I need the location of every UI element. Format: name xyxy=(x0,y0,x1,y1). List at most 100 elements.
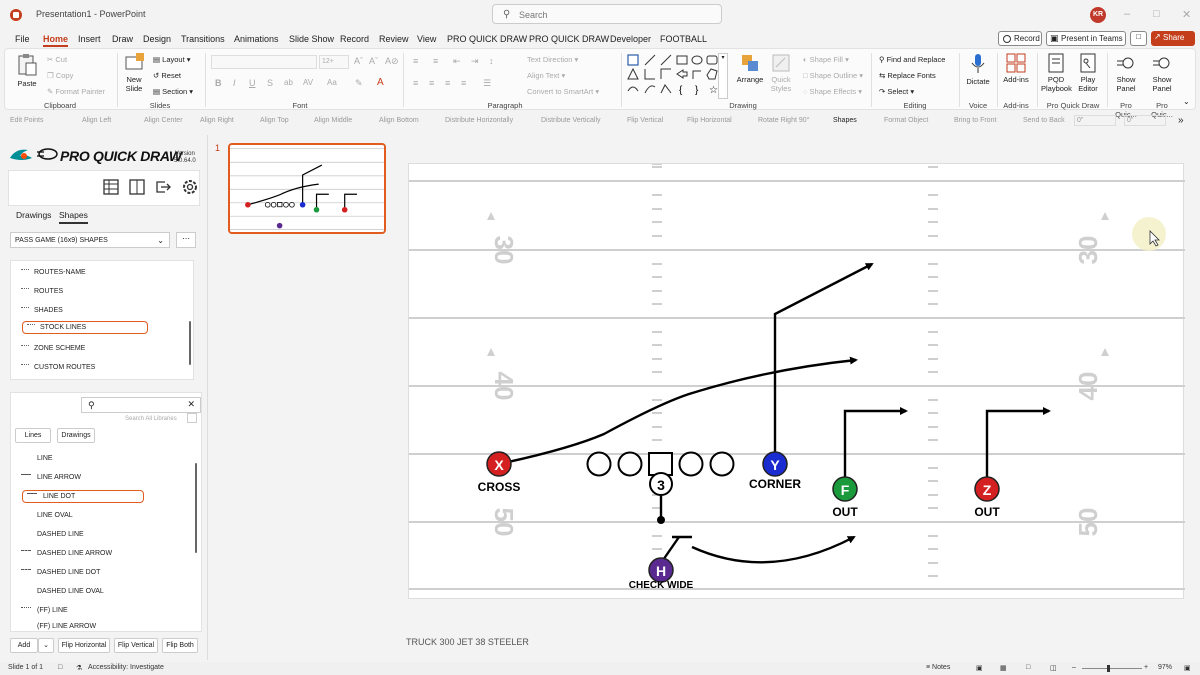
list-item-selected[interactable]: STOCK LINES xyxy=(22,321,148,334)
tab-football[interactable]: FOOTBALL xyxy=(660,34,707,44)
pane-splitter[interactable] xyxy=(207,135,208,660)
underline-icon[interactable]: U xyxy=(249,78,256,88)
playbook-pages-icon[interactable] xyxy=(129,179,145,195)
align-center-icon[interactable]: ≡ xyxy=(429,78,434,88)
distribute-vertically-button[interactable]: Distribute Vertically xyxy=(541,117,601,124)
copy-button[interactable]: ❐ Copy xyxy=(47,71,73,80)
format-object-button[interactable]: Format Object xyxy=(884,117,928,124)
shape-outline-button[interactable]: □ Shape Outline ▾ xyxy=(803,71,863,80)
paste-button[interactable]: Paste xyxy=(11,53,43,88)
zoom-out-icon[interactable]: – xyxy=(1072,664,1076,671)
list-item-selected[interactable]: LINE DOT xyxy=(22,490,144,503)
shapes-more-button[interactable]: ▾ xyxy=(718,53,728,99)
clear-formatting-icon[interactable]: A⊘ xyxy=(385,56,399,67)
list-item[interactable]: (FF) LINE ARROW xyxy=(21,623,96,630)
tab-transitions[interactable]: Transitions xyxy=(181,34,225,44)
slideshow-view-icon[interactable]: ◫ xyxy=(1050,664,1057,672)
show-panel-button-1[interactable]: Show Panel xyxy=(1111,53,1141,93)
list-item[interactable]: LINE OVAL xyxy=(21,512,73,519)
layout-button[interactable]: ▤ Layout ▾ xyxy=(153,55,191,64)
tab-drawings[interactable]: Drawings xyxy=(16,210,51,220)
cut-button[interactable]: ✂ Cut xyxy=(47,55,67,64)
accessibility-status[interactable]: Accessibility: Investigate xyxy=(88,664,164,671)
select-button[interactable]: ↷ Select ▾ xyxy=(879,87,914,96)
list-item[interactable]: DASHED LINE ARROW xyxy=(21,550,112,557)
increase-indent-icon[interactable]: ⇥ xyxy=(471,56,479,67)
scrollbar[interactable] xyxy=(195,463,197,553)
reading-view-icon[interactable]: □ xyxy=(1026,664,1030,671)
edit-points-button[interactable]: Edit Points xyxy=(10,117,43,124)
tab-file[interactable]: File xyxy=(15,34,30,44)
comments-button[interactable]: □ xyxy=(1130,31,1147,46)
change-case-icon[interactable]: Aa xyxy=(327,78,337,87)
record-button[interactable]: Record xyxy=(998,31,1042,46)
reset-button[interactable]: ↺ Reset xyxy=(153,71,181,80)
convert-smartart-button[interactable]: Convert to SmartArt ▾ xyxy=(527,87,599,96)
scrollbar[interactable] xyxy=(189,321,191,365)
zoom-slider-thumb[interactable] xyxy=(1107,665,1110,672)
width-field[interactable]: 0" xyxy=(1074,115,1116,126)
font-color-icon[interactable]: A xyxy=(377,77,384,88)
player-3[interactable]: 3 xyxy=(649,472,673,496)
tab-slide-show[interactable]: Slide Show xyxy=(289,34,334,44)
line-spacing-icon[interactable]: ↕ xyxy=(489,56,494,66)
zoom-in-icon[interactable]: + xyxy=(1144,664,1148,671)
tab-draw[interactable]: Draw xyxy=(112,34,133,44)
shapes-dropdown[interactable]: Shapes xyxy=(833,117,857,124)
font-size-select[interactable]: 12+ xyxy=(319,55,349,69)
tab-developer[interactable]: Developer xyxy=(610,34,651,44)
library-more-button[interactable]: ⋯ xyxy=(176,232,196,248)
slide-canvas[interactable]: 30 40 50 30 40 50 3 X CROSS Y CORNER F O… xyxy=(408,163,1185,600)
align-left-icon[interactable]: ≡ xyxy=(413,78,418,88)
present-in-teams-button[interactable]: ▣ Present in Teams xyxy=(1046,31,1126,46)
pqd-playbook-button[interactable]: PQD Playbook xyxy=(1041,53,1072,93)
replace-fonts-button[interactable]: ⇆ Replace Fonts xyxy=(879,71,936,80)
distribute-horizontally-button[interactable]: Distribute Horizontally xyxy=(445,117,513,124)
fit-to-window-icon[interactable]: ▣ xyxy=(1184,664,1191,672)
spelling-icon[interactable]: □ xyxy=(58,664,62,671)
search-input[interactable]: ⚲ Search xyxy=(492,4,722,24)
lineman-tackle[interactable] xyxy=(709,451,735,477)
maximize-button[interactable]: □ xyxy=(1153,8,1160,20)
normal-view-icon[interactable]: ▣ xyxy=(976,664,983,672)
section-button[interactable]: ▤ Section ▾ xyxy=(153,87,193,96)
library-search-input[interactable]: ⚲ ✕ xyxy=(81,397,201,413)
list-item[interactable]: CUSTOM ROUTES xyxy=(21,364,95,371)
list-item[interactable]: SHADES xyxy=(21,307,63,314)
slide-thumbnail[interactable] xyxy=(228,143,386,234)
bold-icon[interactable]: B xyxy=(215,78,222,88)
align-right-icon[interactable]: ≡ xyxy=(445,78,450,88)
columns-icon[interactable]: ☰ xyxy=(483,78,491,89)
route-check-wide[interactable] xyxy=(691,535,856,564)
line-dot-endpoint[interactable] xyxy=(657,516,665,524)
flip-horizontal-button[interactable]: Flip Horizontal xyxy=(687,117,732,124)
minimize-button[interactable]: – xyxy=(1124,8,1130,20)
football-play-diagram[interactable]: 30 40 50 30 40 50 3 X CROSS Y CORNER F O… xyxy=(409,163,1185,600)
collapse-ribbon-icon[interactable]: ⌄ xyxy=(1183,97,1190,106)
lineman-guard[interactable] xyxy=(617,451,643,477)
quick-styles-button[interactable]: Quick Styles xyxy=(767,53,795,93)
tab-pro-quick-draw-2[interactable]: PRO QUICK DRAW xyxy=(529,34,609,44)
tab-animations[interactable]: Animations xyxy=(234,34,279,44)
flip-horizontal-button[interactable]: Flip Horizontal xyxy=(58,638,110,653)
list-item[interactable]: ZONE SCHEME xyxy=(21,345,85,352)
player-x[interactable]: X CROSS xyxy=(478,451,521,494)
dictate-button[interactable]: Dictate xyxy=(963,53,993,86)
send-to-back-button[interactable]: Send to Back xyxy=(1023,117,1065,124)
bring-to-front-button[interactable]: Bring to Front xyxy=(954,117,996,124)
decrease-indent-icon[interactable]: ⇤ xyxy=(453,56,461,67)
numbering-icon[interactable]: ≡ xyxy=(433,56,438,66)
route-out-z[interactable] xyxy=(985,407,1051,489)
justify-icon[interactable]: ≡ xyxy=(461,78,466,88)
bullets-icon[interactable]: ≡ xyxy=(413,56,418,66)
add-dropdown-chevron-down-icon[interactable]: ⌄ xyxy=(38,638,54,653)
add-button[interactable]: Add xyxy=(10,638,38,653)
search-all-checkbox[interactable] xyxy=(187,413,197,423)
list-item[interactable]: LINE ARROW xyxy=(21,474,81,481)
text-direction-button[interactable]: Text Direction ▾ xyxy=(527,55,578,64)
decrease-font-icon[interactable]: Aˇ xyxy=(369,56,378,66)
slide-notes[interactable]: TRUCK 300 JET 38 STEELER xyxy=(406,637,529,647)
tab-pro-quick-draw-1[interactable]: PRO QUICK DRAW xyxy=(447,34,527,44)
show-panel-button-2[interactable]: Show Panel xyxy=(1147,53,1177,93)
slide-sorter-icon[interactable]: ▦ xyxy=(1000,664,1007,672)
